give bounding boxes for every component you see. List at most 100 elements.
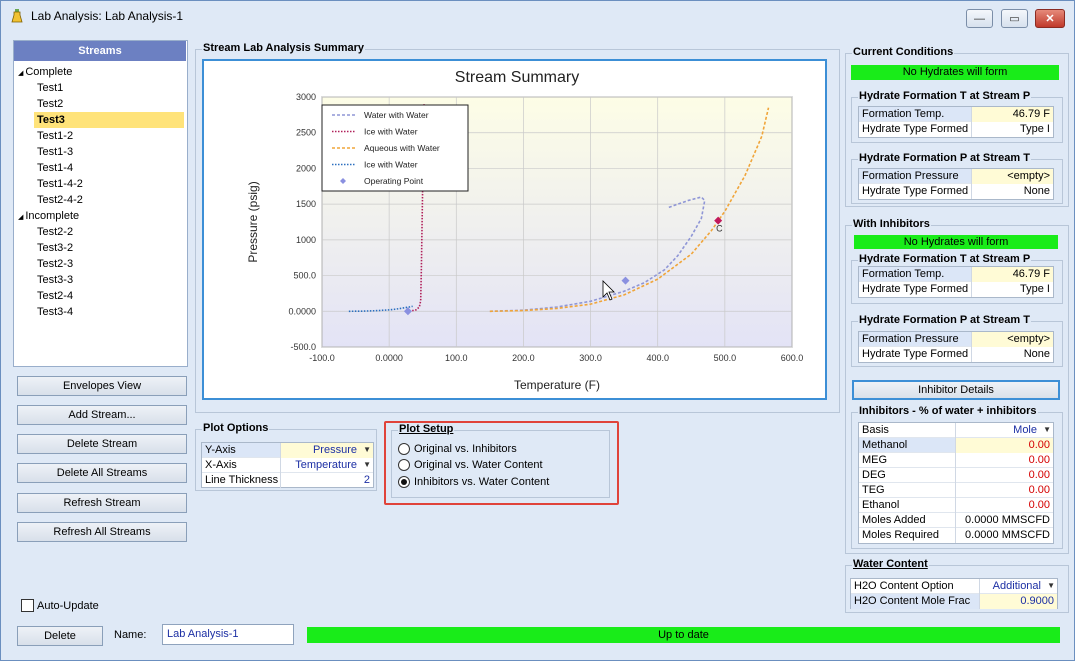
- formation-temp-row[interactable]: Formation Temp. 46.79 F: [859, 267, 1053, 282]
- meg-row[interactable]: MEG 0.00: [859, 453, 1053, 468]
- teg-value[interactable]: 0.00: [955, 483, 1053, 498]
- methanol-value[interactable]: 0.00: [955, 438, 1053, 453]
- formation-pressure-value[interactable]: <empty>: [971, 332, 1053, 347]
- h2o-mole-frac-value[interactable]: 0.9000: [979, 594, 1057, 609]
- status-bar: Up to date: [307, 627, 1060, 643]
- hydrate-type-value[interactable]: Type I: [971, 282, 1053, 297]
- formation-temp-row[interactable]: Formation Temp. 46.79 F: [859, 107, 1053, 122]
- auto-update-checkbox[interactable]: Auto-Update: [21, 599, 99, 612]
- formation-temp-label: Formation Temp.: [862, 108, 945, 120]
- y-axis-value[interactable]: Pressure: [280, 443, 373, 458]
- current-hydrate-status: No Hydrates will form: [851, 65, 1059, 80]
- stream-item[interactable]: Test2-4: [34, 288, 73, 304]
- stream-item[interactable]: Test1-4-2: [34, 176, 83, 192]
- name-input[interactable]: Lab Analysis-1: [162, 624, 294, 645]
- refresh-stream-button[interactable]: Refresh Stream: [17, 493, 187, 513]
- formation-temp-value[interactable]: 46.79 F: [971, 107, 1053, 122]
- hydrate-type-value[interactable]: None: [971, 347, 1053, 362]
- hydrate-type-row[interactable]: Hydrate Type Formed Type I: [859, 122, 1053, 137]
- methanol-row[interactable]: Methanol 0.00: [859, 438, 1053, 453]
- cc-hydrate-t-label: Hydrate Formation T at Stream P: [858, 90, 1032, 102]
- stream-item[interactable]: Test2: [34, 96, 63, 112]
- formation-pressure-value[interactable]: <empty>: [971, 169, 1053, 184]
- stream-item[interactable]: Test1: [34, 80, 63, 96]
- title-bar: Lab Analysis: Lab Analysis-1 — ▭ ✕: [1, 1, 1074, 31]
- meg-value[interactable]: 0.00: [955, 453, 1053, 468]
- chevron-down-icon[interactable]: ▼: [1043, 425, 1051, 434]
- stream-summary-chart[interactable]: Stream Summary -100.0 0.0000 100.0 200.0 300.…: [204, 61, 825, 398]
- stream-item[interactable]: Test3-2: [34, 240, 73, 256]
- wi-hydrate-t-grid: Formation Temp. 46.79 F Hydrate Type For…: [858, 266, 1054, 298]
- radio-inhibitors-vs-water-content[interactable]: Inhibitors vs. Water Content: [398, 476, 549, 488]
- hydrate-type-row[interactable]: Hydrate Type Formed Type I: [859, 282, 1053, 297]
- radio-dot[interactable]: [398, 443, 410, 455]
- inhibitor-details-button[interactable]: Inhibitor Details: [852, 380, 1060, 400]
- deg-value[interactable]: 0.00: [955, 468, 1053, 483]
- stream-item[interactable]: Test2-3: [34, 256, 73, 272]
- h2o-mole-frac-row[interactable]: H2O Content Mole Frac 0.9000: [851, 594, 1057, 609]
- delete-all-streams-button[interactable]: Delete All Streams: [17, 463, 187, 483]
- moles-added-row[interactable]: Moles Added 0.0000 MMSCFD: [859, 513, 1053, 528]
- h2o-option-value[interactable]: Additional: [979, 579, 1057, 594]
- hydrate-type-row[interactable]: Hydrate Type Formed None: [859, 184, 1053, 199]
- moles-required-row[interactable]: Moles Required 0.0000 MMSCFD: [859, 528, 1053, 543]
- inhibitor-hydrate-status: No Hydrates will form: [854, 235, 1058, 249]
- hydrate-type-label: Hydrate Type Formed: [862, 185, 969, 197]
- line-thickness-value[interactable]: 2: [280, 473, 373, 488]
- stream-item[interactable]: Test2-4-2: [34, 192, 83, 208]
- wi-hydrate-p-label: Hydrate Formation P at Stream T: [858, 314, 1031, 326]
- formation-pressure-row[interactable]: Formation Pressure <empty>: [859, 169, 1053, 184]
- formation-pressure-row[interactable]: Formation Pressure <empty>: [859, 332, 1053, 347]
- y-tick-label: 2500: [296, 128, 316, 138]
- stream-item[interactable]: Test3-4: [34, 304, 73, 320]
- radio-original-vs-water-content[interactable]: Original vs. Water Content: [398, 459, 543, 471]
- stream-item[interactable]: Test1-4: [34, 160, 73, 176]
- x-tick-label: 300.0: [579, 353, 602, 363]
- x-axis-value[interactable]: Temperature: [280, 458, 373, 473]
- delete-button[interactable]: Delete: [17, 626, 103, 646]
- close-button[interactable]: ✕: [1035, 9, 1065, 28]
- x-axis-row[interactable]: X-Axis Temperature ▼: [202, 458, 373, 473]
- stream-item[interactable]: Test3-3: [34, 272, 73, 288]
- chevron-down-icon[interactable]: ▼: [1047, 581, 1055, 590]
- h2o-option-row[interactable]: H2O Content Option Additional ▼: [851, 579, 1057, 594]
- ethanol-value[interactable]: 0.00: [955, 498, 1053, 513]
- stream-item[interactable]: Test1-3: [34, 144, 73, 160]
- stream-item[interactable]: Test3: [34, 112, 184, 128]
- ethanol-row[interactable]: Ethanol 0.00: [859, 498, 1053, 513]
- tree-group-incomplete[interactable]: ◢ Incomplete: [18, 208, 79, 224]
- teg-row[interactable]: TEG 0.00: [859, 483, 1053, 498]
- deg-row[interactable]: DEG 0.00: [859, 468, 1053, 483]
- formation-temp-value[interactable]: 46.79 F: [971, 267, 1053, 282]
- add-stream-button[interactable]: Add Stream...: [17, 405, 187, 425]
- hydrate-type-label: Hydrate Type Formed: [862, 348, 969, 360]
- summary-group-label: Stream Lab Analysis Summary: [202, 42, 365, 54]
- lab-analysis-window: Lab Analysis: Lab Analysis-1 — ▭ ✕ Strea…: [0, 0, 1075, 661]
- basis-value[interactable]: Mole: [955, 423, 1053, 438]
- maximize-button[interactable]: ▭: [1001, 9, 1028, 28]
- tree-group-complete[interactable]: ◢ Complete: [18, 64, 72, 80]
- stream-item[interactable]: Test1-2: [34, 128, 73, 144]
- delete-stream-button[interactable]: Delete Stream: [17, 434, 187, 454]
- radio-dot[interactable]: [398, 459, 410, 471]
- hydrate-type-label: Hydrate Type Formed: [862, 123, 969, 135]
- hydrate-type-row[interactable]: Hydrate Type Formed None: [859, 347, 1053, 362]
- line-thickness-row[interactable]: Line Thickness 2: [202, 473, 373, 488]
- hydrate-type-label: Hydrate Type Formed: [862, 283, 969, 295]
- moles-required-value: 0.0000 MMSCFD: [955, 528, 1053, 543]
- radio-original-vs-inhibitors[interactable]: Original vs. Inhibitors: [398, 443, 517, 455]
- minimize-button[interactable]: —: [966, 9, 993, 28]
- legend-entry: Ice with Water: [364, 127, 418, 137]
- chevron-down-icon[interactable]: ▼: [363, 460, 371, 469]
- envelopes-view-button[interactable]: Envelopes View: [17, 376, 187, 396]
- checkbox-box[interactable]: [21, 599, 34, 612]
- refresh-all-streams-button[interactable]: Refresh All Streams: [17, 522, 187, 542]
- hydrate-type-value[interactable]: None: [971, 184, 1053, 199]
- radio-dot-selected[interactable]: [398, 476, 410, 488]
- basis-row[interactable]: Basis Mole ▼: [859, 423, 1053, 438]
- y-axis-row[interactable]: Y-Axis Pressure ▼: [202, 443, 373, 458]
- stream-item[interactable]: Test2-2: [34, 224, 73, 240]
- hydrate-type-value[interactable]: Type I: [971, 122, 1053, 137]
- chevron-down-icon[interactable]: ▼: [363, 445, 371, 454]
- h2o-mole-frac-label: H2O Content Mole Frac: [854, 595, 971, 607]
